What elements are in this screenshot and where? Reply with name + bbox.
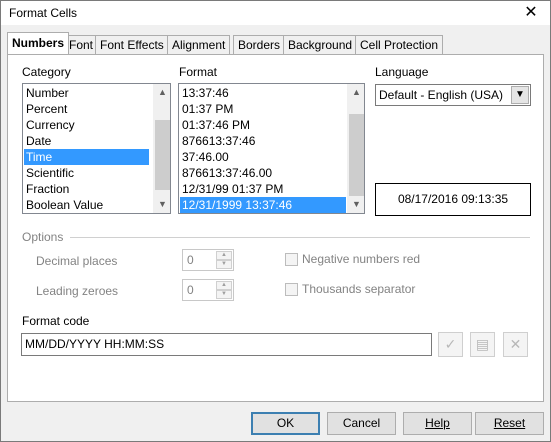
scroll-thumb[interactable] — [155, 120, 170, 190]
category-label: Category — [22, 65, 71, 79]
scroll-down-icon[interactable]: ▼ — [348, 196, 364, 213]
tab-background[interactable]: Background — [283, 35, 358, 54]
options-separator — [70, 237, 530, 238]
scroll-up-icon[interactable]: ▲ — [154, 84, 170, 101]
list-item[interactable]: Fraction — [24, 181, 152, 197]
chevron-down-icon[interactable]: ▼ — [511, 86, 529, 104]
category-list[interactable]: Number Percent Currency Date Time Scient… — [22, 83, 171, 214]
list-item-selected[interactable]: Time — [24, 149, 149, 165]
title-bar: Format Cells ✕ — [1, 1, 550, 25]
list-item[interactable]: Scientific — [24, 165, 152, 181]
format-label: Format — [179, 65, 218, 79]
ok-button[interactable]: OK — [251, 412, 320, 435]
tab-alignment[interactable]: Alignment — [167, 35, 231, 54]
tab-font-effects[interactable]: Font Effects — [95, 35, 169, 54]
close-icon[interactable]: ✕ — [518, 3, 544, 23]
tab-borders[interactable]: Borders — [233, 35, 286, 54]
negative-red-label: Negative numbers red — [302, 252, 421, 266]
list-item[interactable]: Percent — [24, 101, 152, 117]
list-item[interactable]: 01:37 PM — [180, 101, 346, 117]
scroll-down-icon[interactable]: ▼ — [154, 196, 170, 213]
list-item[interactable]: 01:37:46 PM — [180, 117, 346, 133]
spin-up-icon[interactable]: ▲ — [216, 281, 232, 290]
window-title: Format Cells — [9, 6, 78, 20]
options-heading: Options — [22, 230, 64, 244]
spin-down-icon[interactable]: ▼ — [216, 260, 232, 269]
list-item[interactable]: 12/31/99 01:37 PM — [180, 181, 346, 197]
negative-red-checkbox[interactable] — [285, 253, 298, 266]
list-item[interactable]: Currency — [24, 117, 152, 133]
list-item[interactable]: 13:37:46 — [180, 85, 346, 101]
note-icon[interactable]: ▤ — [470, 332, 495, 357]
tab-numbers[interactable]: Numbers — [7, 32, 70, 54]
leading-zeroes-label: Leading zeroes — [36, 284, 119, 298]
list-item[interactable]: Date — [24, 133, 152, 149]
language-value: Default - English (USA) — [379, 88, 504, 102]
language-dropdown[interactable]: Default - English (USA) ▼ — [375, 84, 531, 106]
thousands-separator-checkbox[interactable] — [285, 283, 298, 296]
list-item[interactable]: 876613:37:46.00 — [180, 165, 346, 181]
leading-zeroes-value: 0 — [187, 283, 194, 297]
tab-cell-protection[interactable]: Cell Protection — [355, 35, 444, 54]
format-list[interactable]: 13:37:46 01:37 PM 01:37:46 PM 876613:37:… — [178, 83, 365, 214]
checkmark-icon[interactable]: ✓ — [438, 332, 463, 357]
list-item[interactable]: 876613:37:46 — [180, 133, 346, 149]
reset-button[interactable]: Reset — [475, 412, 544, 435]
format-code-value: MM/DD/YYYY HH:MM:SS — [25, 337, 165, 351]
format-scrollbar[interactable]: ▲ ▼ — [347, 84, 364, 213]
help-button[interactable]: Help — [403, 412, 472, 435]
language-label: Language — [375, 65, 429, 79]
tab-font[interactable]: Font — [64, 35, 99, 54]
delete-icon[interactable]: ✕ — [503, 332, 528, 357]
format-code-label: Format code — [22, 314, 90, 328]
cancel-button[interactable]: Cancel — [327, 412, 396, 435]
format-code-input[interactable]: MM/DD/YYYY HH:MM:SS — [21, 333, 432, 356]
decimal-places-value: 0 — [187, 253, 194, 267]
format-cells-dialog: Format Cells ✕ Numbers Font Font Effects… — [0, 0, 551, 442]
decimal-places-stepper[interactable]: 0 ▲ ▼ — [182, 249, 234, 271]
thousands-separator-label: Thousands separator — [302, 282, 416, 296]
list-item[interactable]: Boolean Value — [24, 197, 152, 213]
list-item-selected[interactable]: 12/31/1999 13:37:46 — [180, 197, 346, 213]
scroll-thumb[interactable] — [349, 114, 364, 196]
list-item[interactable]: Number — [24, 85, 152, 101]
format-preview: 08/17/2016 09:13:35 — [375, 183, 531, 216]
numbers-panel: Category Number Percent Currency Date Ti… — [7, 54, 544, 402]
leading-zeroes-stepper[interactable]: 0 ▲ ▼ — [182, 279, 234, 301]
decimal-places-label: Decimal places — [36, 254, 118, 268]
list-item[interactable]: 37:46.00 — [180, 149, 346, 165]
category-scrollbar[interactable]: ▲ ▼ — [153, 84, 170, 213]
spin-up-icon[interactable]: ▲ — [216, 251, 232, 260]
spin-down-icon[interactable]: ▼ — [216, 290, 232, 299]
scroll-up-icon[interactable]: ▲ — [348, 84, 364, 101]
preview-text: 08/17/2016 09:13:35 — [397, 192, 509, 206]
